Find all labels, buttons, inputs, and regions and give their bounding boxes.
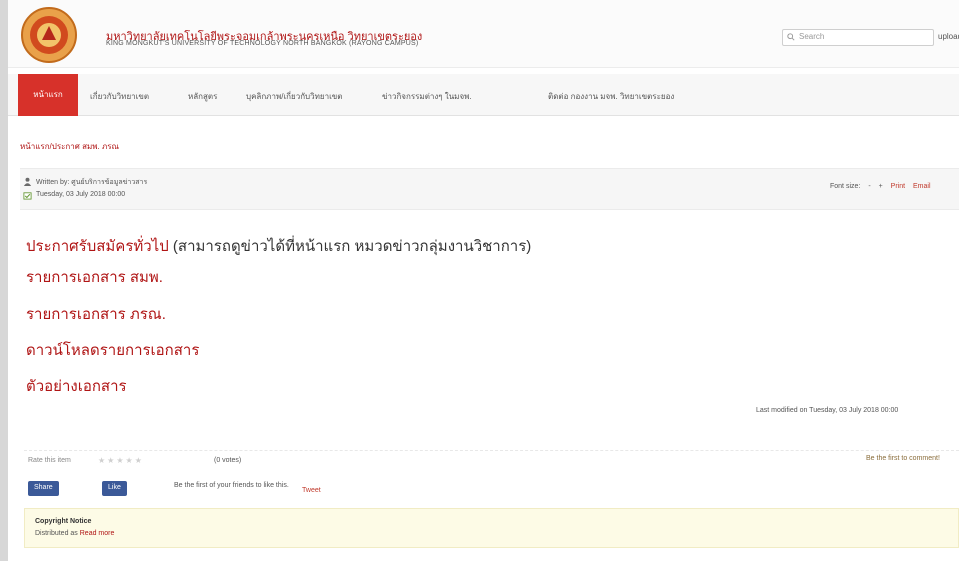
comment-link[interactable]: Be the first to comment! — [866, 455, 940, 462]
university-logo[interactable] — [20, 6, 78, 64]
user-icon — [23, 177, 32, 186]
rating-stars[interactable]: ★★★★★ — [98, 456, 144, 465]
email-button[interactable]: Email — [913, 183, 931, 190]
nav-item-news[interactable]: ข่าวกิจกรรมต่างๆ ในมจพ. — [382, 90, 472, 103]
page: มหาวิทยาลัยเทคโนโลยีพระจอมเกล้าพระนครเหน… — [0, 0, 959, 561]
announcement-line: ประกาศรับสมัครทั่วไป (สามารถดูข่าวได้ที่… — [26, 234, 531, 258]
facebook-like-button[interactable]: Like — [102, 481, 127, 496]
copyright-text: Distributed as Read more — [35, 530, 114, 537]
search-icon — [787, 33, 795, 41]
copyright-title: Copyright Notice — [35, 518, 92, 525]
article-info-bar: Written by: ศูนย์บริการข้อมูลข่าวสาร Tue… — [20, 168, 959, 210]
document-link-pron[interactable]: รายการเอกสาร ภรณ. — [26, 302, 166, 326]
last-modified: Last modified on Tuesday, 03 July 2018 0… — [756, 407, 899, 414]
copyright-box: Copyright Notice Distributed as Read mor… — [24, 508, 959, 548]
main-nav: เกี่ยวกับวิทยาเขต หลักสูตร บุคลิกภาพ/เกี… — [8, 74, 959, 116]
nav-item-curriculum[interactable]: หลักสูตร — [188, 90, 217, 103]
calendar-icon — [23, 192, 32, 200]
site-subtitle: KING MONGKUT'S UNIVERSITY OF TECHNOLOGY … — [106, 40, 419, 47]
like-text: Be the first of your friends to like thi… — [174, 482, 289, 489]
print-button[interactable]: Print — [891, 183, 905, 190]
rating-row: Rate this item ★★★★★ (0 votes) — [24, 450, 959, 466]
site-header: มหาวิทยาลัยเทคโนโลยีพระจอมเกล้าพระนครเหน… — [8, 0, 959, 68]
sample-documents-link[interactable]: ตัวอย่างเอกสาร — [26, 374, 127, 398]
header-link[interactable]: upload — [938, 32, 959, 41]
nav-item-personnel[interactable]: บุคลิกภาพ/เกี่ยวกับวิทยาเขต — [246, 90, 342, 103]
article-tools: Font size: - + Print Email — [830, 183, 937, 190]
font-size-label: Font size: — [830, 183, 861, 190]
rating-label: Rate this item — [28, 457, 71, 464]
vote-count: (0 votes) — [214, 457, 242, 464]
tweet-button[interactable]: Tweet — [302, 487, 321, 494]
search-input[interactable]: Search — [782, 29, 934, 46]
author-line[interactable]: Written by: ศูนย์บริการข้อมูลข่าวสาร — [36, 177, 147, 188]
social-row: Share Like Be the first of your friends … — [24, 476, 959, 500]
download-documents-link[interactable]: ดาวน์โหลดรายการเอกสาร — [26, 338, 199, 362]
announcement-link[interactable]: ประกาศรับสมัครทั่วไป — [26, 238, 169, 255]
document-link-smp[interactable]: รายการเอกสาร สมพ. — [26, 265, 163, 289]
share-button[interactable]: Share — [28, 481, 59, 496]
date-line: Tuesday, 03 July 2018 00:00 — [36, 191, 126, 198]
nav-item-home[interactable]: หน้าแรก — [18, 74, 78, 116]
announcement-note: (สามารถดูข่าวได้ที่หน้าแรก หมวดข่าวกลุ่ม… — [172, 238, 532, 255]
font-increase-button[interactable]: + — [879, 183, 883, 190]
copyright-link[interactable]: Read more — [80, 530, 115, 537]
font-decrease-button[interactable]: - — [868, 183, 870, 190]
nav-item-contact[interactable]: ติดต่อ กองงาน มจพ. วิทยาเขตระยอง — [548, 90, 674, 103]
breadcrumb[interactable]: หน้าแรก/ประกาศ สมพ. ภรณ — [20, 140, 119, 153]
copyright-label: Distributed as — [35, 530, 78, 537]
nav-item-about[interactable]: เกี่ยวกับวิทยาเขต — [90, 90, 149, 103]
